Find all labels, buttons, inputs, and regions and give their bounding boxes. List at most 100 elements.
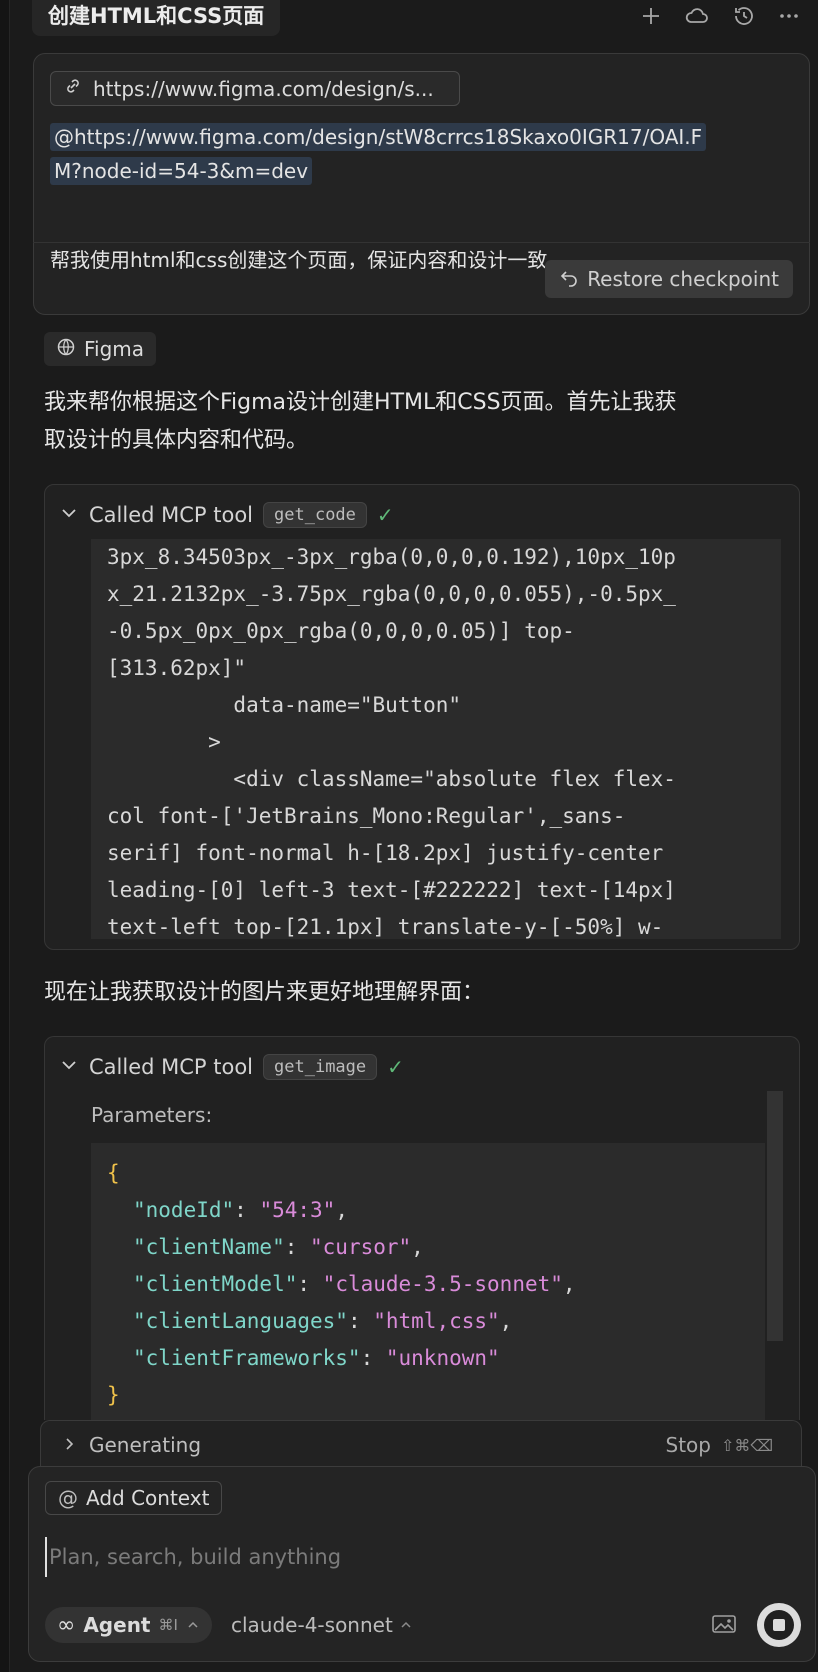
chat-title: 创建HTML和CSS页面: [48, 4, 265, 28]
stop-generation-button[interactable]: Stop ⇧⌘⌫: [666, 1433, 774, 1457]
param-colon: :: [297, 1272, 323, 1296]
generating-toggle[interactable]: Generating: [61, 1433, 201, 1457]
tool-call-get-image: Called MCP tool get_image ✓ Parameters: …: [44, 1036, 800, 1420]
code-line: [313.62px]": [107, 656, 247, 680]
tool-call-header[interactable]: Called MCP tool get_image ✓: [59, 1051, 404, 1083]
top-toolbar: [640, 0, 800, 32]
stop-label: Stop: [665, 1433, 711, 1457]
tool-name-tag: get_code: [263, 502, 367, 528]
figma-link-chip[interactable]: https://www.figma.com/design/s...: [50, 71, 460, 106]
tool-name-tag: get_image: [263, 1054, 378, 1080]
agent-shortcut: ⌘I: [158, 1616, 178, 1634]
code-line: -0.5px_0px_0px_rgba(0,0,0,0.05)] top-: [107, 619, 575, 643]
param-comma: ,: [411, 1235, 424, 1259]
json-param-row: "clientFrameworks": "unknown": [107, 1340, 749, 1377]
param-colon: :: [347, 1309, 374, 1333]
at-icon: @: [58, 1486, 78, 1510]
chevron-up-icon: [399, 1613, 413, 1637]
generating-bar: Generating Stop ⇧⌘⌫: [40, 1420, 802, 1468]
add-context-button[interactable]: @ Add Context: [45, 1481, 223, 1515]
code-line: >: [107, 730, 221, 754]
param-comma: ,: [499, 1309, 513, 1333]
param-colon: :: [360, 1346, 386, 1370]
more-icon[interactable]: [778, 5, 800, 27]
figma-context-chip[interactable]: Figma: [44, 332, 157, 366]
code-output[interactable]: 3px_8.34503px_-3px_rgba(0,0,0,0.192),10p…: [91, 539, 781, 939]
tool-call-label: Called MCP tool: [89, 503, 254, 527]
mention-block: @https://www.figma.com/design/stW8crrcs1…: [50, 120, 795, 188]
model-selector[interactable]: claude-4-sonnet: [231, 1613, 413, 1637]
chevron-down-icon: [59, 1055, 79, 1080]
model-label: claude-4-sonnet: [231, 1613, 393, 1637]
user-message-card[interactable]: https://www.figma.com/design/s... @https…: [33, 53, 810, 315]
assistant-intro-line-1: 我来帮你根据这个Figma设计创建HTML和CSS页面。首先让我获: [44, 390, 677, 415]
json-param-row: "clientName": "cursor",: [107, 1229, 749, 1266]
stop-shortcut: ⇧⌘⌫: [720, 1435, 773, 1455]
top-bar: 创建HTML和CSS页面: [32, 0, 808, 36]
json-open-brace: {: [107, 1161, 120, 1185]
figma-link-text: https://www.figma.com/design/s...: [93, 76, 434, 101]
json-param-row: "clientLanguages": "html,css",: [107, 1303, 749, 1340]
left-rail: [0, 0, 10, 1672]
param-key: "clientLanguages": [133, 1309, 348, 1333]
generating-label: Generating: [89, 1433, 202, 1457]
param-value: "54:3": [259, 1198, 336, 1222]
param-key: "clientFrameworks": [133, 1346, 361, 1370]
instruction-text: 帮我使用html和css创建这个页面，保证内容和设计一致: [50, 248, 548, 272]
chat-input[interactable]: [45, 1537, 785, 1577]
param-comma: ,: [562, 1272, 576, 1296]
chevron-right-icon: [61, 1433, 77, 1457]
code-line: <div className="absolute flex flex-: [107, 767, 676, 791]
param-key: "clientName": [133, 1235, 285, 1259]
param-key: "clientModel": [133, 1272, 298, 1296]
image-attach-icon[interactable]: [711, 1613, 737, 1639]
param-value: "html,css": [373, 1309, 500, 1333]
mention-line-2[interactable]: M?node-id=54-3&m=dev: [50, 157, 313, 185]
json-param-row: "nodeId": "54:3",: [107, 1192, 749, 1229]
json-close-brace: }: [107, 1383, 120, 1407]
stop-icon[interactable]: [757, 1603, 801, 1647]
globe-icon: [56, 337, 76, 362]
stop-square: [764, 1610, 794, 1640]
plus-icon[interactable]: [640, 5, 662, 27]
code-line: leading-[0] left-3 text-[#222222] text-[…: [107, 878, 676, 902]
cloud-icon[interactable]: [684, 5, 710, 27]
param-colon: :: [234, 1198, 260, 1222]
json-param-row: "clientModel": "claude-3.5-sonnet",: [107, 1266, 749, 1303]
tool-call-header[interactable]: Called MCP tool get_code ✓: [59, 499, 394, 531]
add-context-label: Add Context: [86, 1486, 210, 1510]
chat-title-tab[interactable]: 创建HTML和CSS页面: [32, 0, 281, 36]
code-line: col font-['JetBrains_Mono:Regular',_sans…: [107, 804, 626, 828]
assistant-intro-line-2: 取设计的具体内容和代码。: [44, 428, 309, 453]
param-comma: ,: [335, 1198, 348, 1222]
tool-call-get-code: Called MCP tool get_code ✓ 3px_8.34503px…: [44, 484, 800, 950]
param-value: "cursor": [310, 1235, 412, 1259]
param-key: "nodeId": [133, 1198, 235, 1222]
parameters-label: Parameters:: [91, 1103, 213, 1127]
history-icon[interactable]: [732, 4, 756, 28]
mention-line-1[interactable]: @https://www.figma.com/design/stW8crrcs1…: [50, 123, 707, 151]
param-value: "claude-3.5-sonnet": [322, 1272, 563, 1296]
assistant-intro: 我来帮你根据这个Figma设计创建HTML和CSS页面。首先让我获 取设计的具体…: [44, 384, 794, 460]
param-colon: :: [284, 1235, 311, 1259]
code-line: x_21.2132px_-3.75px_rgba(0,0,0,0.055),-0…: [107, 582, 676, 606]
code-line: 3px_8.34503px_-3px_rgba(0,0,0,0.192),10p…: [107, 545, 676, 569]
link-icon: [63, 76, 83, 101]
param-value: "unknown": [385, 1346, 500, 1370]
agent-label: Agent: [83, 1613, 151, 1637]
scrollbar[interactable]: [767, 1091, 783, 1341]
check-icon: ✓: [387, 1055, 404, 1079]
tool-call-label: Called MCP tool: [89, 1055, 254, 1079]
chevron-down-icon: [59, 503, 79, 528]
parameters-json[interactable]: {"nodeId": "54:3", "clientName": "cursor"…: [91, 1143, 765, 1420]
restore-label: Restore checkpoint: [587, 267, 779, 291]
check-icon: ✓: [376, 503, 394, 527]
figma-chip-label: Figma: [84, 337, 145, 361]
infinity-icon: ∞: [57, 1612, 76, 1638]
chat-composer: @ Add Context ∞ Agent ⌘I claude-4-sonnet: [28, 1466, 816, 1662]
restore-checkpoint-button[interactable]: Restore checkpoint: [545, 260, 793, 298]
card-divider: [33, 242, 810, 243]
chevron-up-icon: [186, 1613, 200, 1637]
agent-mode-selector[interactable]: ∞ Agent ⌘I: [45, 1607, 212, 1643]
code-line: serif] font-normal h-[18.2px] justify-ce…: [107, 841, 664, 865]
